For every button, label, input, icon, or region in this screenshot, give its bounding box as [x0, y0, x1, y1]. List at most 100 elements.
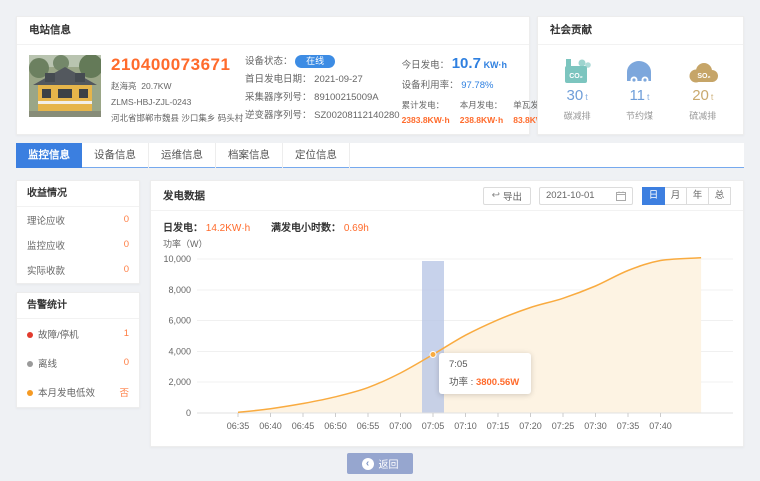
tab-3[interactable]: 档案信息	[216, 143, 283, 168]
alarm-row-value: 0	[124, 357, 129, 368]
coal-saving-icon	[624, 55, 654, 85]
collector-label: 采集器序列号：	[245, 92, 312, 103]
y-tick-label: 10,000	[163, 254, 191, 264]
revenue-row-label: 实际收款	[27, 263, 65, 277]
alarm-row-label: 故障/停机	[27, 327, 79, 341]
device-status-row: 设备状态： 在线	[245, 55, 400, 69]
tab-2[interactable]: 运维信息	[149, 143, 216, 168]
station-address: 河北省邯郸市魏县 沙口集乡 码头村	[111, 112, 243, 124]
social-panel-title: 社会贡献	[538, 17, 743, 45]
alarm-row-value: 否	[119, 385, 129, 399]
y-tick-label: 0	[186, 408, 191, 418]
inverter-label: 逆变器序列号：	[245, 110, 312, 121]
alarm-row-value: 1	[124, 328, 129, 339]
tooltip-value: 3800.56W	[476, 377, 519, 388]
alarm-status-dot	[27, 390, 33, 396]
x-tick-label: 07:15	[487, 421, 510, 431]
tab-1[interactable]: 设备信息	[82, 143, 149, 168]
alarm-status-dot	[27, 332, 33, 338]
daily-generation-value: 14.2KW·h	[206, 223, 250, 234]
today-generation-label: 今日发电：	[402, 60, 450, 71]
back-label: 返回	[379, 456, 399, 471]
social-items: CO₂30t碳减排11t节约煤SO₂20t硫减排	[538, 45, 743, 122]
revenue-row-2: 实际收款0	[17, 257, 139, 282]
tooltip-label: 功率	[449, 377, 468, 388]
utilization-label: 设备利用率：	[402, 80, 459, 91]
y-tick-label: 4,000	[168, 346, 191, 356]
tab-4[interactable]: 定位信息	[283, 143, 350, 168]
today-generation-unit: KW·h	[484, 60, 508, 70]
svg-text:SO₂: SO₂	[697, 73, 710, 80]
alarm-stats-panel: 告警统计 故障/停机 1 离线0 本月发电低效 否	[16, 292, 140, 408]
x-tick-label: 07:00	[389, 421, 412, 431]
export-icon: ↩	[492, 190, 500, 201]
station-photo	[29, 55, 101, 117]
first-power-label: 首日发电日期：	[245, 74, 312, 85]
revenue-rows: 理论应收0监控应收0实际收款0	[17, 207, 139, 282]
x-tick-label: 07:05	[422, 421, 445, 431]
alarm-row-label: 本月发电低效	[27, 385, 95, 399]
so2-reduction-icon: SO₂	[687, 55, 719, 85]
generation-stat-1: 本月发电：238.8KW·h	[460, 99, 503, 125]
range-selector: 日月年总	[643, 187, 731, 205]
power-chart[interactable]: 02,0004,0006,0008,00010,00006:3506:4006:…	[151, 249, 745, 441]
power-data-panel: 发电数据 ↩ 导出 2021-10-01 日月年总 日发电： 14.2KW·h …	[150, 180, 744, 447]
social-item-1: 11t 节约煤	[624, 55, 654, 122]
collector-sn: 89100215009A	[314, 92, 378, 103]
chart-tooltip: 7:05 功率 : 3800.56W	[439, 353, 531, 394]
revenue-panel: 收益情况 理论应收0监控应收0实际收款0	[16, 180, 140, 284]
revenue-row-value: 0	[124, 214, 129, 225]
collector-row: 采集器序列号： 89100215009A	[245, 91, 400, 105]
range-option-3[interactable]: 总	[708, 187, 731, 205]
chart-panel-title: 发电数据	[163, 188, 483, 203]
social-label: 硫减排	[687, 109, 719, 122]
social-value: 30t	[562, 87, 592, 104]
range-option-2[interactable]: 年	[686, 187, 709, 205]
social-label: 节约煤	[624, 109, 654, 122]
station-owner-capacity: 赵海亮 20.7KW	[111, 80, 243, 92]
generation-stat-value: 238.8KW·h	[460, 115, 503, 125]
tooltip-value-row: 功率 : 3800.56W	[449, 374, 521, 388]
x-tick-label: 07:35	[617, 421, 640, 431]
device-status-label: 设备状态：	[245, 56, 293, 67]
device-status-badge: 在线	[295, 55, 335, 68]
svg-text:CO₂: CO₂	[569, 73, 583, 80]
calendar-icon	[616, 191, 626, 201]
alarm-row-2: 本月发电低效 否	[17, 377, 139, 406]
full-hours-label: 满发电小时数：	[271, 223, 341, 234]
range-option-0[interactable]: 日	[642, 187, 665, 205]
x-tick-label: 06:45	[292, 421, 315, 431]
back-arrow-icon: ‹	[362, 458, 374, 470]
social-unit: t	[711, 92, 714, 102]
range-option-1[interactable]: 月	[664, 187, 687, 205]
social-unit: t	[585, 92, 588, 102]
export-button[interactable]: ↩ 导出	[483, 187, 531, 205]
x-tick-label: 06:55	[357, 421, 380, 431]
social-contribution-panel: 社会贡献 CO₂30t碳减排11t节约煤SO₂20t硫减排	[537, 16, 744, 135]
station-panel-title: 电站信息	[17, 17, 529, 45]
inverter-sn: SZ00208112140280	[314, 110, 399, 121]
tab-0[interactable]: 监控信息	[16, 143, 82, 168]
back-button[interactable]: ‹ 返回	[347, 453, 413, 474]
utilization-value: 97.78%	[461, 80, 493, 91]
date-picker[interactable]: 2021-10-01	[539, 187, 633, 205]
date-value: 2021-10-01	[546, 190, 616, 201]
social-value: 11t	[624, 87, 654, 104]
social-value: 20t	[687, 87, 719, 104]
revenue-row-label: 监控应收	[27, 238, 65, 252]
generation-stat-value: 2383.8KW·h	[402, 115, 450, 125]
chart-subheader: 日发电： 14.2KW·h 满发电小时数： 0.69h	[151, 211, 743, 234]
x-tick-label: 07:20	[519, 421, 542, 431]
station-owner: 赵海亮	[111, 81, 137, 91]
revenue-row-label: 理论应收	[27, 213, 65, 227]
today-generation-value: 10.7	[452, 55, 481, 72]
station-model-code: ZLMS-HBJ-ZJL-0243	[111, 97, 243, 107]
alarm-panel-title: 告警统计	[17, 293, 139, 319]
x-tick-label: 07:10	[454, 421, 477, 431]
alarm-status-dot	[27, 361, 33, 367]
tooltip-time: 7:05	[449, 359, 521, 370]
generation-stat-0: 累计发电：2383.8KW·h	[402, 99, 450, 125]
full-hours-value: 0.69h	[344, 223, 369, 234]
alarm-row-1: 离线0	[17, 348, 139, 377]
x-tick-label: 07:30	[584, 421, 607, 431]
